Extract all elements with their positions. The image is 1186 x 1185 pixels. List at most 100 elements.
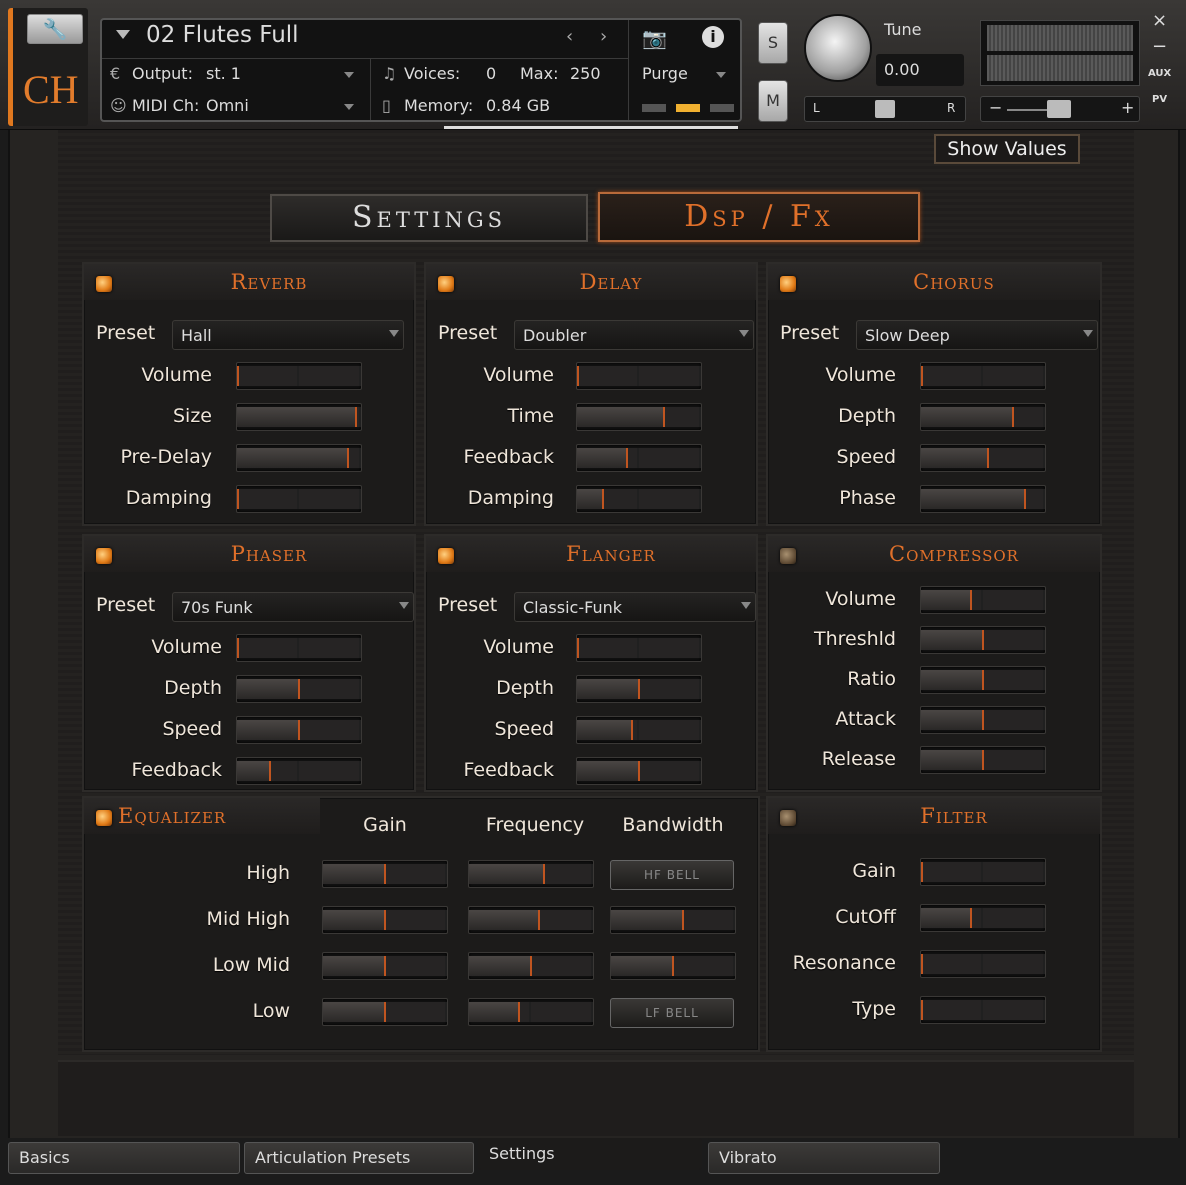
tab-basics[interactable]: Basics xyxy=(8,1142,240,1174)
flanger-slider-speed[interactable] xyxy=(576,716,702,744)
flanger-power-led-icon[interactable] xyxy=(438,548,454,564)
purge-chevron-icon[interactable] xyxy=(716,72,726,78)
dropdown-arrow-icon[interactable] xyxy=(116,30,130,39)
compressor-slider-release[interactable] xyxy=(920,746,1046,774)
wrench-icon[interactable]: 🔧 xyxy=(27,14,83,44)
delay-slider-volume[interactable] xyxy=(576,362,702,390)
tune-value[interactable]: 0.00 xyxy=(884,60,920,79)
filter-slider-type[interactable] xyxy=(920,996,1046,1024)
reverb-slider-size[interactable] xyxy=(236,403,362,431)
tune-knob[interactable] xyxy=(804,14,872,82)
reverb-slider-predelay[interactable] xyxy=(236,444,362,472)
eq-frequency-slider[interactable] xyxy=(468,952,594,980)
reverb-slider-damping[interactable] xyxy=(236,485,362,513)
purge-indicator xyxy=(710,104,734,112)
compressor-slider-threshld[interactable] xyxy=(920,626,1046,654)
phaser-slider-depth[interactable] xyxy=(236,675,362,703)
eq-frequency-slider[interactable] xyxy=(468,906,594,934)
filter-slider-resonance[interactable] xyxy=(920,950,1046,978)
volume-handle[interactable] xyxy=(1047,100,1071,118)
tab-settings-bottom[interactable]: Settings xyxy=(478,1138,702,1170)
chorus-slider-depth[interactable] xyxy=(920,403,1046,431)
eq-bandwidth-slider[interactable] xyxy=(610,906,736,934)
chorus-slider-phase[interactable] xyxy=(920,485,1046,513)
delay-slider-feedback[interactable] xyxy=(576,444,702,472)
mute-button[interactable]: M xyxy=(758,80,788,122)
chorus-title: Chorus xyxy=(913,270,995,294)
pan-handle[interactable] xyxy=(875,100,895,118)
volume-slider[interactable]: − + xyxy=(980,96,1140,122)
reverb-power-led-icon[interactable] xyxy=(96,276,112,292)
camera-icon[interactable]: 📷 xyxy=(642,26,667,50)
filter-slider-gain[interactable] xyxy=(920,858,1046,886)
slider-fill xyxy=(921,407,1014,427)
max-value[interactable]: 250 xyxy=(570,64,601,83)
filter-slider-cutoff[interactable] xyxy=(920,904,1046,932)
delay-slider-time[interactable] xyxy=(576,403,702,431)
tab-settings[interactable]: Settings xyxy=(270,194,588,242)
prev-arrow-icon[interactable]: ‹ xyxy=(566,26,573,47)
hf-bell-button[interactable]: HF BELL xyxy=(610,860,734,890)
chorus-section: Chorus Preset Slow Deep Volume Depth Speed Pha… xyxy=(766,262,1102,526)
filter-title: Filter xyxy=(920,804,988,828)
flanger-slider-depth[interactable] xyxy=(576,675,702,703)
info-icon[interactable]: i xyxy=(702,26,724,48)
reverb-slider-volume[interactable] xyxy=(236,362,362,390)
chorus-header: Chorus xyxy=(768,264,1100,300)
phaser-preset-dropdown[interactable]: 70s Funk xyxy=(172,592,414,622)
volume-plus[interactable]: + xyxy=(1121,98,1134,117)
phaser-power-led-icon[interactable] xyxy=(96,548,112,564)
eq-gain-slider[interactable] xyxy=(322,860,448,888)
reverb-preset-dropdown[interactable]: Hall xyxy=(172,320,404,350)
midi-chevron-icon[interactable] xyxy=(344,104,354,110)
delay-preset-dropdown[interactable]: Doubler xyxy=(514,320,754,350)
show-values-button[interactable]: Show Values xyxy=(934,134,1080,164)
compressor-power-led-icon[interactable] xyxy=(780,548,796,564)
output-value[interactable]: st. 1 xyxy=(206,64,241,83)
flanger-preset-dropdown[interactable]: Classic-Funk xyxy=(514,592,756,622)
solo-button[interactable]: S xyxy=(758,22,788,64)
phaser-slider-volume[interactable] xyxy=(236,634,362,662)
purge-button[interactable]: Purge xyxy=(642,64,688,83)
pv-button[interactable]: PV xyxy=(1152,94,1167,105)
chorus-slider-speed[interactable] xyxy=(920,444,1046,472)
eq-frequency-slider[interactable] xyxy=(468,860,594,888)
eq-row-label-2: Low Mid xyxy=(212,954,290,976)
filter-power-led-icon[interactable] xyxy=(780,810,796,826)
compressor-slider-volume[interactable] xyxy=(920,586,1046,614)
eq-bandwidth-slider[interactable] xyxy=(610,952,736,980)
tab-dsp-fx[interactable]: Dsp / Fx xyxy=(598,192,920,242)
eq-gain-slider[interactable] xyxy=(322,952,448,980)
logo-text: CH xyxy=(23,67,79,112)
minimize-icon[interactable]: − xyxy=(1152,36,1167,57)
chevron-down-icon[interactable] xyxy=(344,72,354,78)
eq-gain-slider[interactable] xyxy=(322,998,448,1026)
flanger-slider-volume[interactable] xyxy=(576,634,702,662)
instrument-info-panel: 02 Flutes Full ‹ › 📷 i € Output: st. 1 ♫… xyxy=(100,18,742,122)
phaser-slider-feedback[interactable] xyxy=(236,757,362,785)
equalizer-power-led-icon[interactable] xyxy=(96,810,112,826)
phaser-slider-speed[interactable] xyxy=(236,716,362,744)
tab-vibrato[interactable]: Vibrato xyxy=(708,1142,940,1174)
aux-button[interactable]: AUX xyxy=(1148,68,1171,79)
chorus-slider-volume[interactable] xyxy=(920,362,1046,390)
close-icon[interactable]: × xyxy=(1152,10,1167,31)
purge-indicator-active xyxy=(676,104,700,112)
flanger-slider-feedback[interactable] xyxy=(576,757,702,785)
chorus-power-led-icon[interactable] xyxy=(780,276,796,292)
slider-fill xyxy=(921,366,923,386)
chorus-preset-dropdown[interactable]: Slow Deep xyxy=(856,320,1098,350)
compressor-slider-ratio[interactable] xyxy=(920,666,1046,694)
compressor-label-4: Release xyxy=(821,748,896,770)
delay-power-led-icon[interactable] xyxy=(438,276,454,292)
delay-slider-damping[interactable] xyxy=(576,485,702,513)
compressor-slider-attack[interactable] xyxy=(920,706,1046,734)
tab-articulation-presets[interactable]: Articulation Presets xyxy=(244,1142,474,1174)
next-arrow-icon[interactable]: › xyxy=(600,26,607,47)
pan-slider[interactable]: L R xyxy=(804,96,966,122)
midi-value[interactable]: Omni xyxy=(206,96,249,115)
volume-minus[interactable]: − xyxy=(989,98,1002,117)
eq-frequency-slider[interactable] xyxy=(468,998,594,1026)
eq-gain-slider[interactable] xyxy=(322,906,448,934)
lf-bell-button[interactable]: LF BELL xyxy=(610,998,734,1028)
